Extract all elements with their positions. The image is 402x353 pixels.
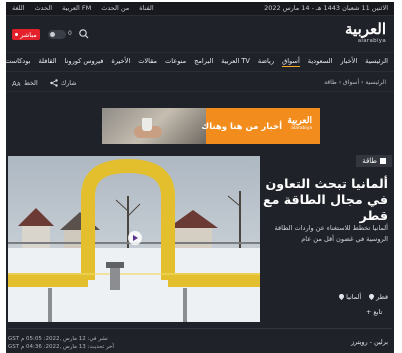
nav-item-articles[interactable]: مقالات [138, 57, 157, 67]
article-summary: ألمانيا تخطط للاستغناء عن واردات الطاقة … [274, 224, 388, 243]
updated-time: آخر تحديث: 13 مارس ,2022: 04:36 م GST [8, 344, 114, 350]
top-link-channel[interactable]: القناة [139, 4, 153, 12]
play-icon[interactable] [128, 231, 142, 245]
logo-latin: alarabiya [357, 38, 386, 44]
nav-item-last[interactable]: الأخيرة [111, 57, 130, 67]
site-frame: اللغة الحدث العربية FM من الحدث القناة ا… [6, 2, 394, 353]
nav-item-corona[interactable]: فيروس كورونا [65, 57, 104, 67]
live-button[interactable]: مباشر [12, 29, 40, 40]
ad-tagline: أخبار من هنا وهناك [201, 122, 282, 132]
breadcrumb[interactable]: الرئيسية › أسواق › طاقة [324, 79, 386, 86]
top-link-language[interactable]: اللغة [12, 4, 25, 12]
top-link-fm[interactable]: العربية FM [62, 4, 91, 12]
logo-arabic: العربية [345, 20, 386, 38]
top-link-alhadath[interactable]: الحدث [35, 4, 53, 12]
tag-qatar[interactable]: قطر [369, 293, 388, 301]
location-icon [339, 294, 345, 300]
font-size-label: الخط [24, 79, 38, 87]
nav-item-saudi[interactable]: السعودية [308, 57, 333, 67]
nav-list: الرئيسية الأخبار السعودية أسواق رياضة ال… [6, 57, 388, 67]
article-timestamps: نشر في: 12 مارس ,2022: 05:05 م GST آخر ت… [8, 335, 114, 351]
category-label: طاقة [362, 157, 377, 165]
article-toolbar: A A الخط شارك الرئيسية › أسواق › طاقة [6, 75, 394, 92]
ad-cup-shape [142, 118, 152, 131]
site-header: مباشر 0 العربية alarabiya [6, 17, 394, 51]
live-label: مباشر [20, 30, 37, 39]
location-icon [369, 294, 375, 300]
category-badge[interactable]: طاقة [356, 155, 392, 167]
nav-item-caravan[interactable]: القافلة [38, 57, 56, 67]
nav-item-news[interactable]: الأخبار [340, 57, 357, 67]
nav-item-tv[interactable]: العربية TV [221, 57, 250, 67]
font-size-button[interactable]: A A الخط [12, 79, 38, 88]
toggle-label: 0 [68, 30, 72, 37]
nav-item-sports[interactable]: رياضة [258, 57, 274, 67]
article-tags: قطر ألمانيا [339, 293, 388, 301]
tag-icon [380, 158, 386, 164]
ad-brand: العربية alarabiya [287, 116, 312, 131]
svg-text:A: A [17, 82, 21, 87]
tag-germany-label: ألمانيا [346, 293, 362, 301]
main-nav: الرئيسية الأخبار السعودية أسواق رياضة ال… [6, 52, 394, 72]
site-logo[interactable]: العربية alarabiya [345, 20, 386, 45]
share-icon [50, 79, 58, 87]
top-links: اللغة الحدث العربية FM من الحدث القناة [12, 4, 154, 12]
top-link-from-alhadath[interactable]: من الحدث [101, 4, 129, 12]
published-time: نشر في: 12 مارس ,2022: 05:05 م GST [8, 336, 108, 342]
article-headline: ألمانيا تبحث التعاون في مجال الطاقة مع ق… [263, 176, 388, 223]
nav-item-markets[interactable]: أسواق [282, 57, 300, 67]
plus-icon: + [366, 308, 372, 316]
ad-brand-arabic: العربية [287, 116, 312, 126]
share-button[interactable]: شارك [50, 79, 76, 87]
follow-button[interactable]: تابع + [366, 308, 382, 316]
tag-qatar-label: قطر [376, 293, 388, 301]
article-hero-image[interactable] [8, 156, 260, 322]
article-author: برلين - رويترز [351, 338, 388, 346]
follow-label: تابع [373, 308, 383, 316]
nav-item-home[interactable]: الرئيسية [365, 57, 388, 67]
theme-toggle[interactable] [48, 30, 66, 39]
tag-germany[interactable]: ألمانيا [339, 293, 361, 301]
nav-item-programs[interactable]: البرامج [194, 57, 213, 67]
ad-brand-latin: alarabiya [291, 126, 312, 131]
share-label: شارك [61, 79, 77, 87]
top-bar: اللغة الحدث العربية FM من الحدث القناة ا… [6, 2, 394, 16]
top-date: الاثنين 11 شعبان 1443 هـ - 14 مارس 2022 [264, 4, 388, 12]
nav-item-variety[interactable]: منوعات [165, 57, 186, 67]
divider [8, 328, 392, 329]
live-dot-icon [15, 33, 19, 36]
nav-item-podcast[interactable]: بودكاست [6, 57, 30, 67]
search-icon[interactable] [78, 28, 90, 40]
font-size-icon: A A [12, 80, 21, 87]
ad-banner[interactable]: أخبار من هنا وهناك العربية alarabiya [102, 108, 320, 144]
page: اللغة الحدث العربية FM من الحدث القناة ا… [0, 0, 402, 353]
